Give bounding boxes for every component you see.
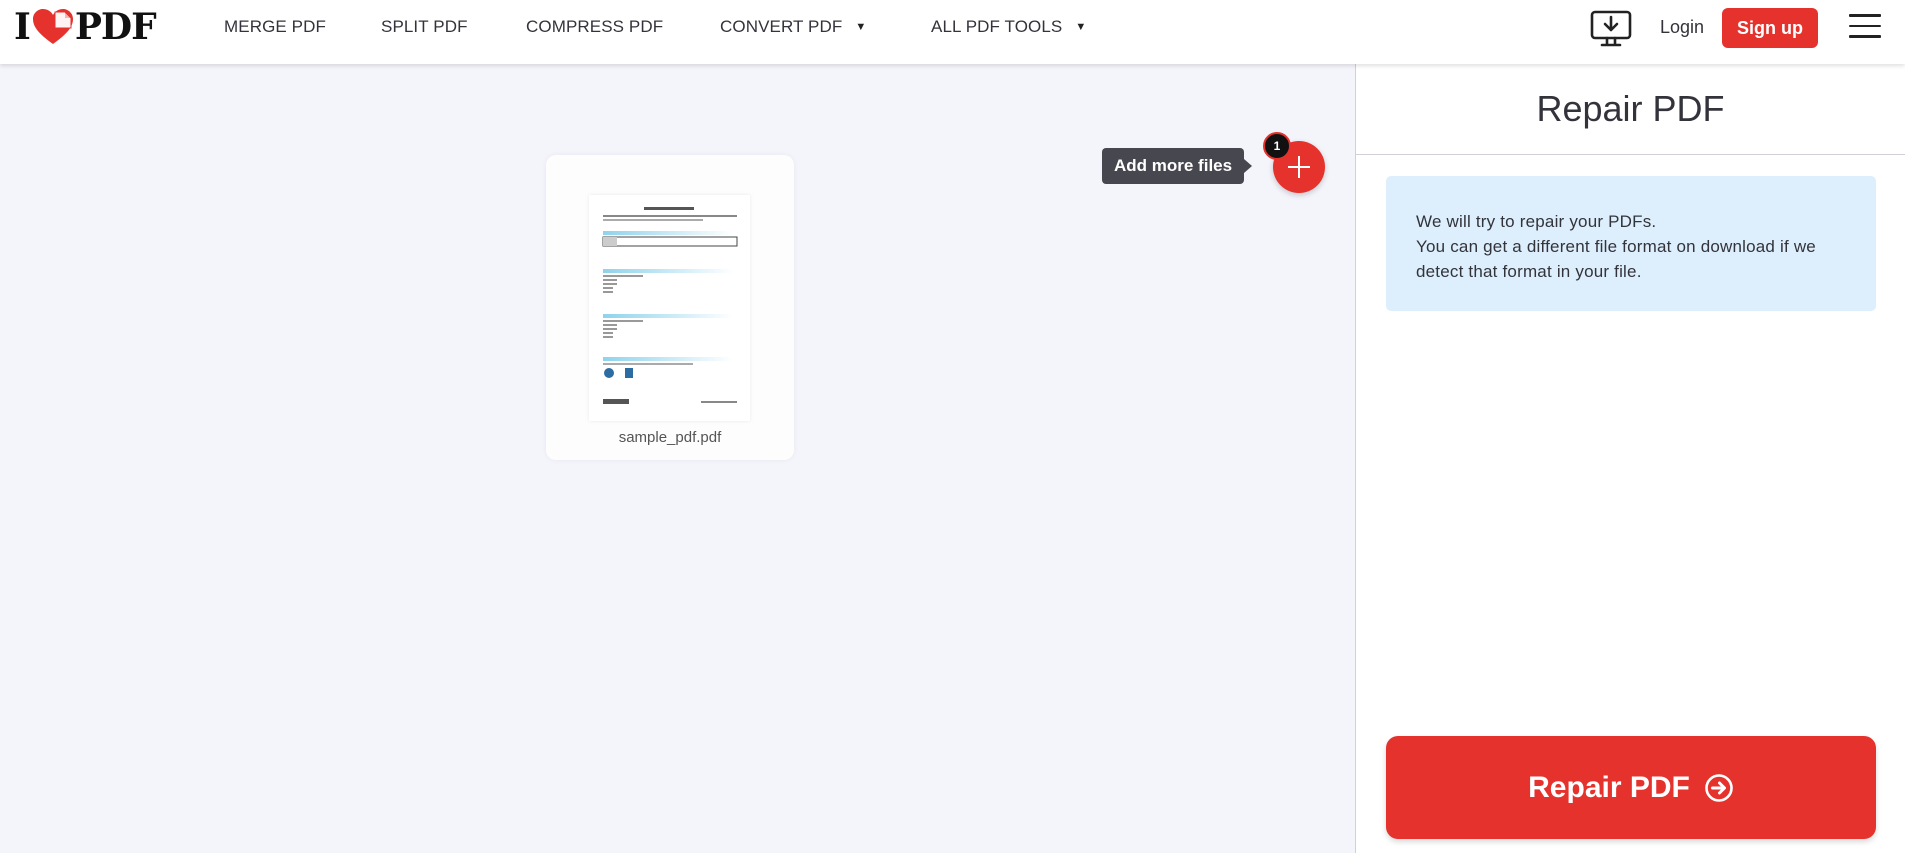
nav-compress-pdf[interactable]: COMPRESS PDF bbox=[526, 17, 663, 37]
caret-down-icon: ▼ bbox=[855, 21, 867, 33]
file-workspace: sample_pdf.pdf Add more files 1 bbox=[0, 64, 1355, 853]
ilovepdf-logo[interactable]: I PDF bbox=[14, 6, 157, 48]
nav-split-pdf[interactable]: SPLIT PDF bbox=[381, 17, 468, 37]
arrow-right-circle-icon bbox=[1705, 773, 1733, 802]
caret-down-icon: ▼ bbox=[1075, 21, 1087, 33]
top-navbar: I PDF MERGE PDF SPLIT PDF COMPRESS PDF C… bbox=[0, 0, 1905, 64]
info-line: You can get a different file format on d… bbox=[1416, 237, 1816, 281]
nav-label: SPLIT PDF bbox=[381, 17, 468, 36]
nav-merge-pdf[interactable]: MERGE PDF bbox=[224, 17, 326, 37]
signup-button[interactable]: Sign up bbox=[1722, 8, 1818, 48]
nav-label: MERGE PDF bbox=[224, 17, 326, 36]
info-line: We will try to repair your PDFs. bbox=[1416, 212, 1657, 231]
file-count-badge: 1 bbox=[1263, 132, 1291, 160]
menu-line bbox=[1849, 24, 1881, 27]
sidebar-title: Repair PDF bbox=[1356, 64, 1905, 155]
tool-sidebar: Repair PDF We will try to repair your PD… bbox=[1355, 64, 1905, 853]
menu-line bbox=[1849, 14, 1881, 17]
plus-icon bbox=[1288, 166, 1310, 168]
login-link[interactable]: Login bbox=[1660, 17, 1704, 38]
nav-convert-pdf[interactable]: CONVERT PDF ▼ bbox=[720, 17, 866, 37]
add-more-files-tooltip: Add more files bbox=[1102, 148, 1253, 184]
repair-pdf-button-label: Repair PDF bbox=[1528, 770, 1690, 804]
logo-text-i: I bbox=[14, 6, 31, 48]
menu-line bbox=[1849, 35, 1881, 38]
pdf-page-preview bbox=[602, 207, 738, 404]
repair-pdf-button[interactable]: Repair PDF bbox=[1386, 736, 1876, 839]
nav-all-pdf-tools[interactable]: ALL PDF TOOLS ▼ bbox=[931, 17, 1086, 37]
desktop-download-icon[interactable] bbox=[1590, 10, 1632, 48]
nav-label: COMPRESS PDF bbox=[526, 17, 664, 36]
hamburger-menu-icon[interactable] bbox=[1849, 14, 1881, 40]
nav-label: ALL PDF TOOLS bbox=[931, 17, 1063, 36]
file-card[interactable]: sample_pdf.pdf bbox=[546, 155, 794, 460]
info-box: We will try to repair your PDFs. You can… bbox=[1386, 176, 1876, 311]
logo-text-pdf: PDF bbox=[74, 6, 157, 48]
nav-label: CONVERT PDF bbox=[720, 17, 843, 36]
heart-icon bbox=[32, 9, 73, 44]
file-name: sample_pdf.pdf bbox=[618, 429, 722, 446]
pdf-thumbnail bbox=[589, 195, 750, 421]
